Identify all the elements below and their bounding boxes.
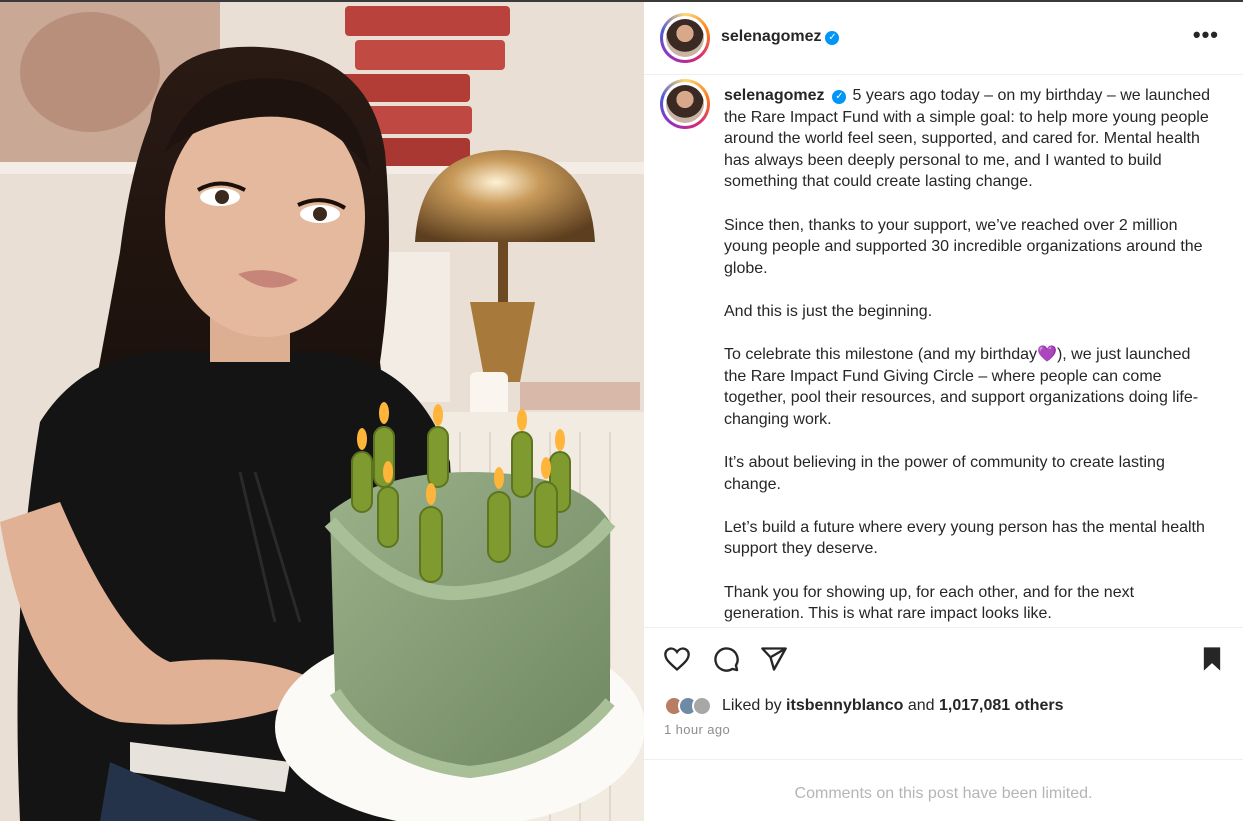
caption-scroll-area[interactable]: selenagomez ✓ 5 years ago today – on my bi… <box>644 75 1243 627</box>
likes-summary: Liked by itsbennyblanco and 1,017,081 ot… <box>664 694 1064 718</box>
share-icon[interactable] <box>760 645 788 673</box>
caption-text: selenagomez ✓ 5 years ago today – on my bi… <box>724 85 1214 627</box>
caption-paragraph: Let’s build a future where every young p… <box>724 518 1205 558</box>
author-avatar-ring[interactable] <box>660 13 710 63</box>
likes-prefix: Liked by <box>722 697 782 714</box>
caption-paragraph: selenagomez ✓ 5 years ago today – on my bi… <box>724 87 1211 191</box>
photo-illustration <box>0 2 644 821</box>
more-options-icon[interactable]: ••• <box>1193 24 1219 46</box>
caption-avatar <box>666 85 704 123</box>
caption-paragraph: And this is just the beginning. <box>724 302 933 320</box>
liker-avatar <box>692 696 712 716</box>
caption-paragraph: Since then, thanks to your support, we’v… <box>724 216 1203 277</box>
post-actions: Liked by itsbennyblanco and 1,017,081 ot… <box>644 627 1243 821</box>
bookmark-icon[interactable] <box>1198 645 1226 673</box>
caption-paragraph: To celebrate this milestone (and my birt… <box>724 346 1199 428</box>
caption-username[interactable]: selenagomez <box>724 87 824 104</box>
post-timestamp[interactable]: 1 hour ago <box>664 722 730 737</box>
verified-badge-icon: ✓ <box>825 31 840 45</box>
likes-count[interactable]: 1,017,081 others <box>939 697 1064 715</box>
likes-conjunction: and <box>907 697 935 714</box>
caption-verified-badge-icon: ✓ <box>832 90 847 104</box>
caption-avatar-ring[interactable] <box>660 79 710 129</box>
post-photo[interactable] <box>0 2 644 821</box>
liker-username[interactable]: itsbennyblanco <box>786 697 903 715</box>
post-header: selenagomez ✓ ••• <box>644 2 1243 75</box>
comment-icon[interactable] <box>712 645 740 673</box>
caption-paragraph: It’s about believing in the power of com… <box>724 454 1165 493</box>
post-details-panel: selenagomez ✓ ••• selenagomez ✓ 5 years ago… <box>644 2 1243 821</box>
author-avatar <box>666 19 704 57</box>
caption-paragraph: Thank you for showing up, for each other… <box>724 583 1135 623</box>
header-username[interactable]: selenagomez <box>721 28 821 45</box>
heart-icon[interactable] <box>663 645 691 673</box>
comments-limited-notice: Comments on this post have been limited. <box>644 759 1243 821</box>
